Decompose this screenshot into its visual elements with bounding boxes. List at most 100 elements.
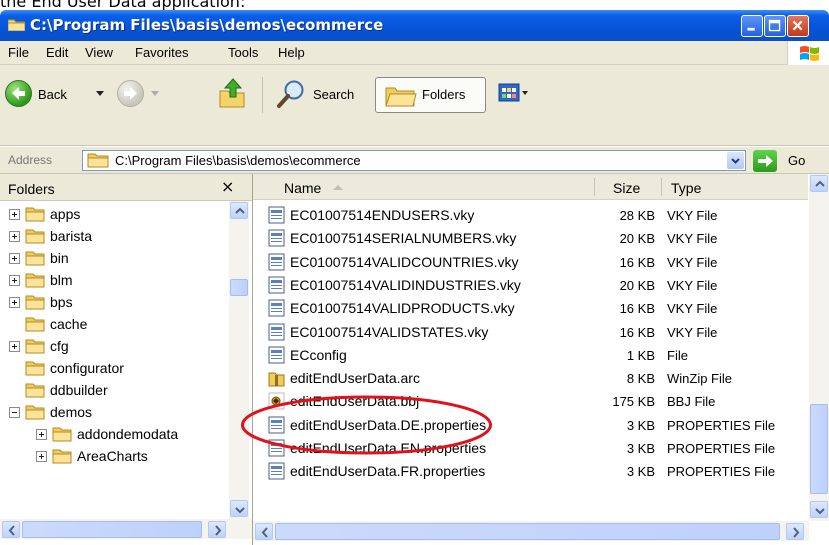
scroll-right-icon [793,527,800,538]
file-size: 20 KB [619,231,655,247]
scroll-left-button[interactable] [2,521,20,538]
file-name: EC01007514VALIDINDUSTRIES.vky [290,276,521,293]
file-row[interactable]: EC01007514VALIDCOUNTRIES.vky 16 KB VKY Fil… [253,251,808,274]
tree-item-blm[interactable]: blm [0,271,228,293]
menu-help[interactable]: Help [278,45,305,60]
folders-horizontal-scrollbar[interactable] [0,519,252,539]
tree-item-bps[interactable]: bps [0,293,228,315]
file-row[interactable]: EC01007514VALIDINDUSTRIES.vky 20 KB VKY Fi… [253,274,808,297]
expand-icon[interactable] [9,253,20,264]
maximize-button[interactable] [764,15,786,37]
file-size: 20 KB [619,277,655,293]
vky-file-icon [268,299,285,317]
window-titlebar[interactable]: C:\Program Files\basis\demos\ecommerce [0,10,829,41]
file-row[interactable]: EC01007514VALIDPRODUCTS.vky 16 KB VKY File [253,297,808,320]
column-header-size[interactable]: Size [613,180,640,196]
menu-edit[interactable]: Edit [46,45,68,60]
expand-icon[interactable] [36,451,47,462]
file-row[interactable]: EC01007514ENDUSERS.vky 28 KB VKY File [253,204,808,227]
file-name: editEndUserData.FR.properties [290,463,486,480]
tree-item-label: barista [50,228,93,244]
file-name: EC01007514ENDUSERS.vky [290,207,475,223]
folder-icon [25,339,45,354]
folder-icon [87,153,109,168]
scroll-down-button[interactable] [810,501,828,518]
minimize-button[interactable] [741,15,763,37]
scroll-right-button[interactable] [208,521,226,538]
tree-item-areacharts[interactable]: AreaCharts [0,447,228,469]
column-divider[interactable] [661,178,662,196]
search-label[interactable]: Search [313,87,354,102]
menu-file[interactable]: File [8,45,29,60]
collapse-icon[interactable] [9,407,20,418]
tree-item-configurator[interactable]: configurator [0,359,228,381]
tree-item-apps[interactable]: apps [0,205,228,227]
tree-item-barista[interactable]: barista [0,227,228,249]
file-size: 1 KB [626,347,655,363]
tree-item-demos[interactable]: demos [0,403,228,425]
column-header-name[interactable]: Name [284,180,321,196]
forward-button[interactable] [117,80,144,107]
files-vertical-scrollbar[interactable] [809,174,829,521]
files-horizontal-scrollbar[interactable] [253,521,809,541]
scroll-left-button[interactable] [255,523,273,540]
menu-view[interactable]: View [85,45,113,60]
scroll-up-button[interactable] [810,175,828,192]
views-button[interactable] [497,80,529,106]
folders-vertical-scrollbar[interactable] [229,201,249,519]
expand-icon[interactable] [9,297,20,308]
menu-tools[interactable]: Tools [228,45,258,60]
file-type: VKY File [667,324,718,340]
file-row[interactable]: ECconfig 1 KB File [253,344,808,367]
tree-item-addondemodata[interactable]: addondemodata [0,425,228,447]
go-button[interactable] [753,150,777,172]
search-icon[interactable] [276,79,306,109]
menu-favorites[interactable]: Favorites [135,45,188,60]
tree-item-ddbuilder[interactable]: ddbuilder [0,381,228,403]
back-button[interactable] [5,80,32,107]
folders-icon [385,87,417,107]
folders-button[interactable]: Folders [375,77,486,113]
scroll-thumb[interactable] [230,279,248,296]
vky-file-icon [268,229,285,247]
back-label[interactable]: Back [38,87,67,102]
folder-icon [25,207,45,222]
file-row[interactable]: editEndUserData.arc 8 KB WinZip File [253,367,808,390]
file-type: PROPERTIES File [667,464,776,480]
folders-label: Folders [422,87,466,102]
expand-icon[interactable] [9,209,20,220]
scroll-thumb[interactable] [22,521,202,538]
go-label[interactable]: Go [788,153,805,168]
file-row[interactable]: EC01007514SERIALNUMBERS.vky 20 KB VKY File [253,227,808,250]
back-dropdown-icon[interactable] [96,91,104,97]
tree-item-cache[interactable]: cache [0,315,228,337]
address-input[interactable]: C:\Program Files\basis\demos\ecommerce [82,150,746,171]
forward-arrow-icon [124,87,137,100]
close-button[interactable] [787,15,809,37]
expand-icon[interactable] [36,429,47,440]
column-header-type[interactable]: Type [671,180,701,196]
scroll-thumb[interactable] [275,523,780,540]
address-bar: Address C:\Program Files\basis\demos\eco… [0,146,829,174]
expand-icon[interactable] [9,341,20,352]
address-dropdown-button[interactable] [727,152,744,169]
caption-text: the End User Data application: [0,0,246,11]
scroll-thumb[interactable] [810,404,828,494]
scroll-down-button[interactable] [230,500,248,517]
tree-item-bin[interactable]: bin [0,249,228,271]
file-name: EC01007514VALIDSTATES.vky [290,323,489,340]
file-list-header: Name Size Type [253,174,808,200]
expand-icon[interactable] [9,275,20,286]
generic-file-icon [268,346,285,364]
scroll-right-button[interactable] [786,523,804,540]
folders-pane-close-button[interactable]: × [221,177,234,196]
tree-item-cfg[interactable]: cfg [0,337,228,359]
up-folder-icon[interactable] [217,77,247,109]
scroll-up-button[interactable] [230,202,248,219]
folder-icon [25,383,45,398]
column-divider[interactable] [594,178,595,196]
expand-icon[interactable] [9,231,20,242]
file-row[interactable]: EC01007514VALIDSTATES.vky 16 KB VKY File [253,321,808,344]
forward-dropdown-icon[interactable] [151,91,159,97]
file-row[interactable]: editEndUserData.FR.properties 3 KB PROPERT… [253,460,808,483]
